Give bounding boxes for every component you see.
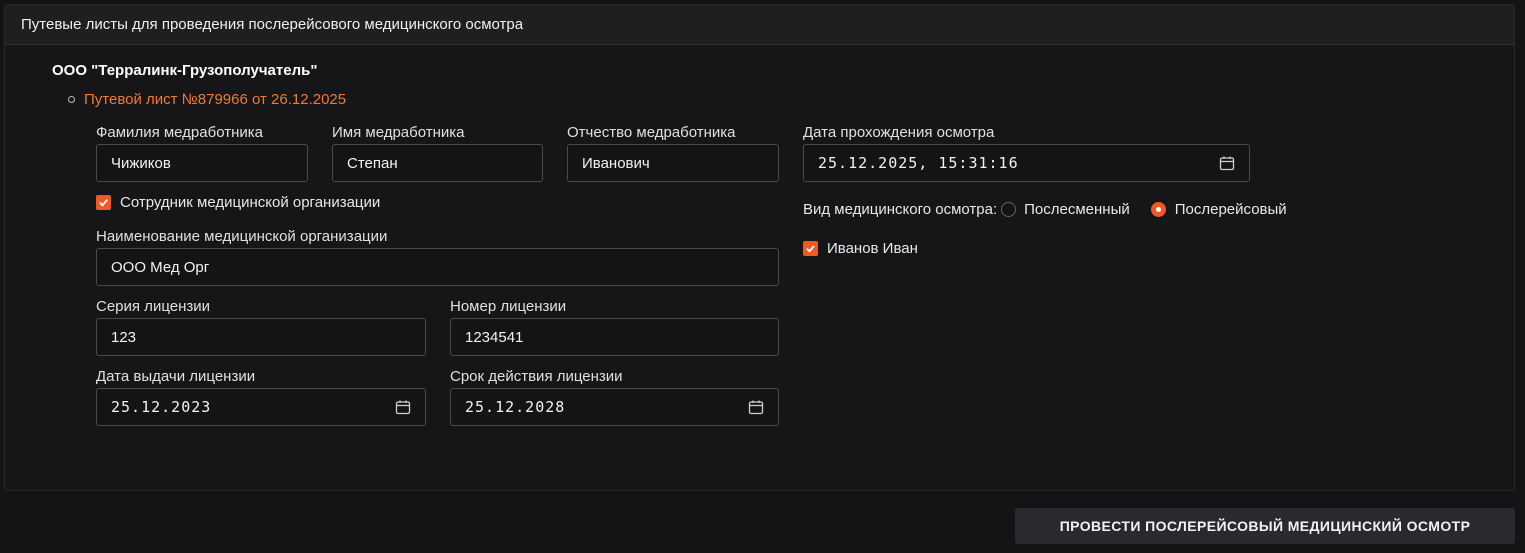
license-expiry-label: Срок действия лицензии [450, 368, 623, 385]
license-series-label: Серия лицензии [96, 298, 211, 315]
last-name-label: Фамилия медработника [96, 124, 263, 141]
waybill-link[interactable]: Путевой лист №879966 от 26.12.2025 [84, 91, 346, 108]
exam-date-value: 25.12.2025, 15:31:16 [818, 154, 1019, 172]
radio-post-shift-label[interactable]: Послесменный [1024, 201, 1130, 218]
first-name-field[interactable]: Степан [332, 144, 543, 182]
calendar-icon[interactable] [748, 399, 764, 415]
driver-name: Иванов Иван [827, 240, 918, 257]
org-employee-label: Сотрудник медицинской организации [120, 194, 381, 211]
organization-name: ООО "Терралинк-Грузополучатель" [52, 62, 318, 79]
bullet-icon [68, 96, 75, 103]
last-name-field[interactable]: Чижиков [96, 144, 308, 182]
waybill-item[interactable]: Путевой лист №879966 от 26.12.2025 [68, 91, 346, 108]
license-number-label: Номер лицензии [450, 298, 567, 315]
license-expiry-value: 25.12.2028 [465, 398, 566, 416]
patronymic-field[interactable]: Иванович [567, 144, 779, 182]
org-employee-checkbox[interactable] [96, 195, 111, 210]
license-series-field[interactable]: 123 [96, 318, 426, 356]
license-expiry-field[interactable]: 25.12.2028 [450, 388, 779, 426]
exam-type-label: Вид медицинского осмотра: [803, 201, 998, 218]
driver-checkbox[interactable] [803, 241, 818, 256]
patronymic-label: Отчество медработника [567, 124, 736, 141]
calendar-icon[interactable] [1219, 155, 1235, 171]
license-issue-date-field[interactable]: 25.12.2023 [96, 388, 426, 426]
submit-exam-button[interactable]: ПРОВЕСТИ ПОСЛЕРЕЙСОВЫЙ МЕДИЦИНСКИЙ ОСМОТ… [1015, 508, 1515, 544]
exam-date-field[interactable]: 25.12.2025, 15:31:16 [803, 144, 1250, 182]
driver-checkbox-row[interactable]: Иванов Иван [803, 240, 918, 257]
exam-date-label: Дата прохождения осмотра [803, 124, 995, 141]
radio-post-trip-label[interactable]: Послерейсовый [1175, 201, 1287, 218]
license-number-field[interactable]: 1234541 [450, 318, 779, 356]
exam-type-group: Вид медицинского осмотра: Послесменный П… [803, 201, 1287, 218]
org-employee-checkbox-row[interactable]: Сотрудник медицинской организации [96, 194, 380, 211]
calendar-icon[interactable] [395, 399, 411, 415]
license-issue-date-label: Дата выдачи лицензии [96, 368, 256, 385]
radio-post-trip[interactable] [1150, 202, 1166, 217]
panel-title: Путевые листы для проведения послерейсов… [5, 5, 1514, 45]
org-name-label: Наименование медицинской организации [96, 228, 388, 245]
org-name-field[interactable]: ООО Мед Орг [96, 248, 779, 286]
first-name-label: Имя медработника [332, 124, 465, 141]
license-issue-date-value: 25.12.2023 [111, 398, 212, 416]
radio-post-shift[interactable] [1001, 202, 1017, 217]
